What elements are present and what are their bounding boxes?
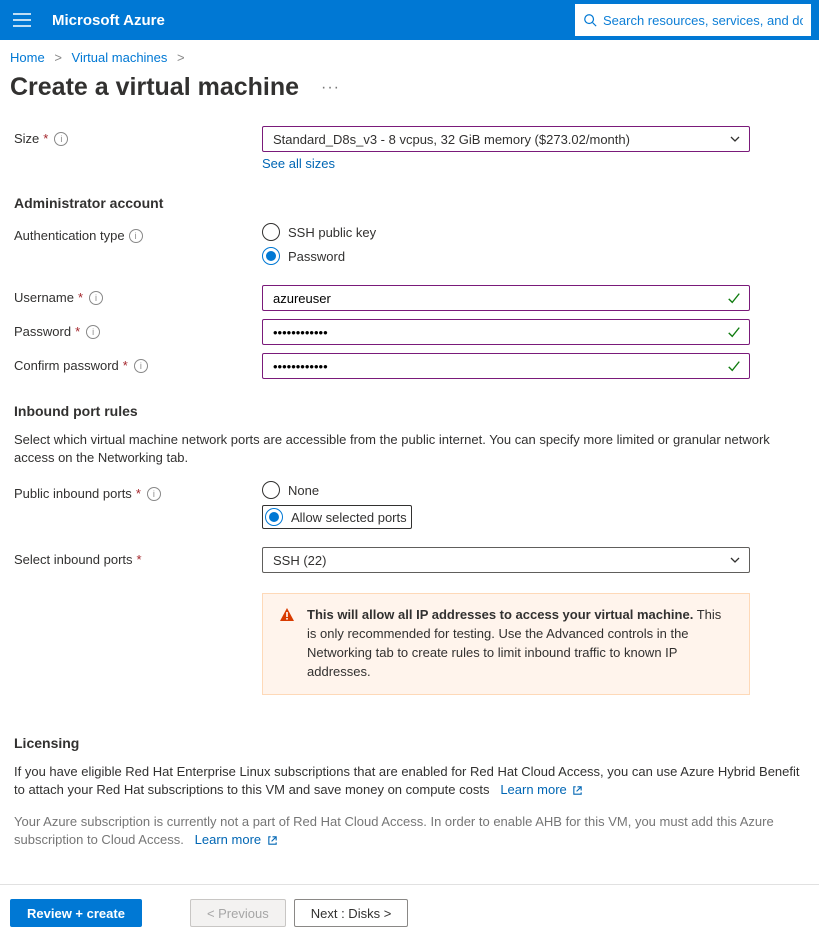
breadcrumb-separator: >	[177, 50, 185, 65]
size-label: Size	[14, 131, 39, 146]
previous-button: < Previous	[190, 899, 286, 927]
confirm-password-label: Confirm password	[14, 358, 119, 373]
inbound-ports-select[interactable]: SSH (22)	[262, 547, 750, 573]
password-row: Password * i	[14, 319, 805, 345]
username-input[interactable]	[273, 291, 721, 306]
radio-selected-icon	[262, 247, 280, 265]
size-select[interactable]: Standard_D8s_v3 - 8 vcpus, 32 GiB memory…	[262, 126, 750, 152]
external-link-icon	[267, 835, 278, 846]
username-field-wrapper	[262, 285, 750, 311]
required-marker: *	[136, 486, 141, 501]
required-marker: *	[78, 290, 83, 305]
auth-password-label: Password	[288, 249, 345, 264]
licensing-desc1-text: If you have eligible Red Hat Enterprise …	[14, 764, 800, 797]
page-title-row: Create a virtual machine ···	[0, 69, 819, 118]
ports-none-label: None	[288, 483, 319, 498]
inbound-section-desc: Select which virtual machine network por…	[14, 431, 805, 467]
confirm-password-input[interactable]	[273, 359, 721, 374]
confirm-password-row: Confirm password * i	[14, 353, 805, 379]
hamburger-menu[interactable]	[8, 6, 36, 34]
auth-password-radio[interactable]: Password	[262, 247, 750, 265]
breadcrumb-vms[interactable]: Virtual machines	[72, 50, 168, 65]
warning-icon	[279, 607, 295, 623]
public-ports-row: Public inbound ports * i None Allow sele…	[14, 481, 805, 529]
footer-bar: Review + create < Previous Next : Disks …	[0, 884, 819, 941]
chevron-down-icon	[729, 133, 741, 145]
password-field-wrapper	[262, 319, 750, 345]
search-input[interactable]	[603, 13, 803, 28]
inbound-warning-box: This will allow all IP addresses to acce…	[262, 593, 750, 694]
required-marker: *	[123, 358, 128, 373]
more-actions-button[interactable]: ···	[315, 75, 346, 101]
radio-unselected-icon	[262, 481, 280, 499]
required-marker: *	[137, 552, 142, 567]
public-ports-label: Public inbound ports	[14, 486, 132, 501]
info-icon[interactable]: i	[134, 359, 148, 373]
auth-type-label: Authentication type	[14, 228, 125, 243]
global-search[interactable]	[575, 4, 811, 36]
licensing-desc2: Your Azure subscription is currently not…	[14, 813, 805, 849]
auth-ssh-radio[interactable]: SSH public key	[262, 223, 750, 241]
info-icon[interactable]: i	[89, 291, 103, 305]
brand-title: Microsoft Azure	[44, 12, 165, 29]
ports-allow-radio[interactable]: Allow selected ports	[262, 505, 750, 529]
see-all-sizes-link[interactable]: See all sizes	[262, 156, 335, 171]
licensing-desc1: If you have eligible Red Hat Enterprise …	[14, 763, 805, 799]
review-create-button[interactable]: Review + create	[10, 899, 142, 927]
radio-selected-icon	[265, 508, 283, 526]
search-icon	[583, 13, 597, 27]
required-marker: *	[43, 131, 48, 146]
licensing-section-header: Licensing	[14, 735, 805, 751]
password-label: Password	[14, 324, 71, 339]
breadcrumb-home[interactable]: Home	[10, 50, 45, 65]
ports-none-radio[interactable]: None	[262, 481, 750, 499]
licensing-learn-more-link-1[interactable]: Learn more	[500, 781, 583, 799]
password-input[interactable]	[273, 325, 721, 340]
radio-unselected-icon	[262, 223, 280, 241]
inbound-section-header: Inbound port rules	[14, 403, 805, 419]
info-icon[interactable]: i	[54, 132, 68, 146]
size-select-value: Standard_D8s_v3 - 8 vcpus, 32 GiB memory…	[273, 132, 630, 147]
warning-bold-text: This will allow all IP addresses to acce…	[307, 607, 693, 622]
external-link-icon	[572, 785, 583, 796]
licensing-learn-more-link-2[interactable]: Learn more	[195, 831, 278, 849]
check-icon	[727, 325, 741, 339]
ports-allow-label: Allow selected ports	[291, 510, 407, 525]
select-ports-label: Select inbound ports	[14, 552, 133, 567]
page-title: Create a virtual machine	[10, 73, 299, 102]
confirm-password-field-wrapper	[262, 353, 750, 379]
learn-more-text: Learn more	[500, 782, 566, 797]
breadcrumb: Home > Virtual machines >	[0, 40, 819, 69]
size-row: Size * i Standard_D8s_v3 - 8 vcpus, 32 G…	[14, 126, 805, 171]
top-bar: Microsoft Azure	[0, 0, 819, 40]
info-icon[interactable]: i	[86, 325, 100, 339]
select-ports-row: Select inbound ports * SSH (22) This wil…	[14, 547, 805, 694]
inbound-ports-value: SSH (22)	[273, 553, 326, 568]
check-icon	[727, 359, 741, 373]
auth-ssh-label: SSH public key	[288, 225, 376, 240]
required-marker: *	[75, 324, 80, 339]
chevron-down-icon	[729, 554, 741, 566]
learn-more-text: Learn more	[195, 832, 261, 847]
username-label: Username	[14, 290, 74, 305]
username-row: Username * i	[14, 285, 805, 311]
auth-type-row: Authentication type i SSH public key Pas…	[14, 223, 805, 271]
hamburger-icon	[13, 13, 31, 27]
check-icon	[727, 291, 741, 305]
form-area: Size * i Standard_D8s_v3 - 8 vcpus, 32 G…	[0, 118, 819, 884]
licensing-desc2-text: Your Azure subscription is currently not…	[14, 814, 774, 847]
next-button[interactable]: Next : Disks >	[294, 899, 409, 927]
admin-section-header: Administrator account	[14, 195, 805, 211]
info-icon[interactable]: i	[129, 229, 143, 243]
info-icon[interactable]: i	[147, 487, 161, 501]
breadcrumb-separator: >	[54, 50, 62, 65]
